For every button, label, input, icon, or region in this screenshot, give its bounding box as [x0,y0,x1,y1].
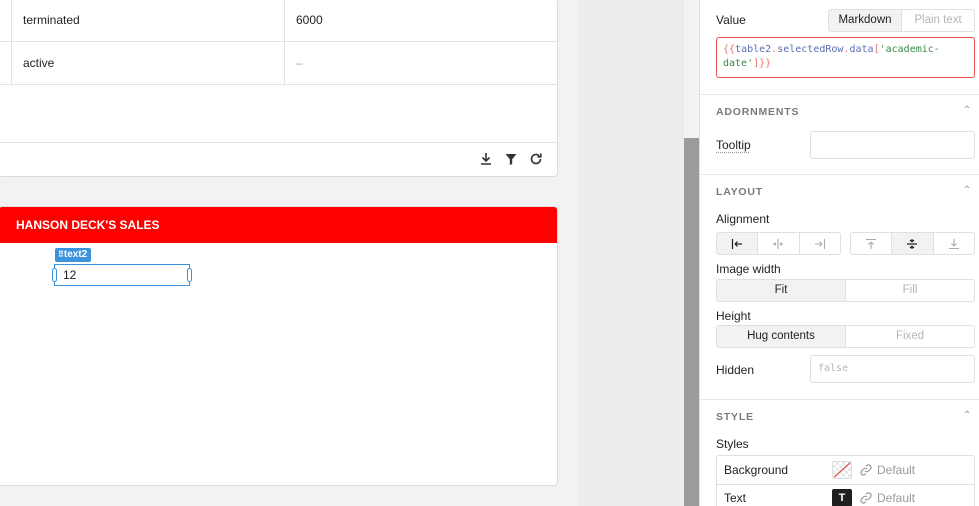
image-width-toggle: Fit Fill [716,279,975,302]
table-component[interactable]: terminated 6000 active – [0,0,558,177]
fill-option[interactable]: Fill [845,280,974,301]
component-name: text2 [63,249,88,260]
amount-cell[interactable]: 6000 [285,0,557,41]
container-title: HANSON DECK'S SALES [0,207,557,243]
scrollbar-thumb[interactable] [684,138,699,506]
image-width-label: Image width [716,262,781,276]
divider [700,399,979,400]
canvas-gutter [578,0,684,506]
align-bottom-icon[interactable] [932,233,974,254]
code-object: table2 [735,44,772,55]
plain-text-option[interactable]: Plain text [901,10,974,31]
style-value: Default [877,463,916,477]
text2-component[interactable]: 12 [52,264,192,286]
download-icon[interactable] [478,151,494,167]
resize-handle-right[interactable] [187,268,192,282]
fixed-option[interactable]: Fixed [845,326,974,347]
chevron-up-icon[interactable]: ⌃ [963,410,973,421]
value-mode-toggle: Markdown Plain text [828,9,975,32]
text-swatch[interactable]: T [832,489,852,506]
layout-section-title[interactable]: LAYOUT [716,186,763,198]
status-cell[interactable]: active [12,42,285,84]
style-name: Text [724,491,747,505]
align-right-icon[interactable] [798,233,840,254]
style-name: Background [724,463,789,477]
vertical-alignment-group [850,232,975,255]
chevron-up-icon[interactable]: ⌃ [963,185,973,196]
align-top-icon[interactable] [851,233,891,254]
align-center-icon[interactable] [757,233,798,254]
amount-cell[interactable]: – [285,42,557,84]
row-cell-select[interactable] [0,0,12,41]
filter-icon[interactable] [503,151,519,167]
link-icon[interactable] [859,463,873,477]
markdown-option[interactable]: Markdown [829,10,901,31]
refresh-icon[interactable] [528,151,544,167]
code-brace-close: }} [759,58,772,69]
table-row[interactable]: terminated 6000 [0,0,557,42]
adornments-section-title[interactable]: ADORNMENTS [716,106,799,118]
container-component[interactable]: HANSON DECK'S SALES ⠿text2 12 [0,206,558,486]
hidden-input[interactable]: false [810,355,975,383]
code-property: selectedRow [777,44,844,55]
align-middle-icon[interactable] [891,233,933,254]
component-name-tag[interactable]: ⠿text2 [55,248,92,262]
height-toggle: Hug contents Fixed [716,325,975,348]
drag-grip-icon[interactable]: ⠿ [58,250,64,259]
status-cell[interactable]: terminated [12,0,285,41]
text2-value: 12 [63,268,77,282]
divider [700,174,979,175]
app-canvas: terminated 6000 active – HANSON DECK'S S… [0,0,578,506]
horizontal-alignment-group [716,232,841,255]
alignment-label: Alignment [716,212,770,226]
divider [700,94,979,95]
style-row-text[interactable]: Text T Default [716,484,975,506]
table-toolbar [0,142,557,176]
style-section-title[interactable]: STYLE [716,411,754,423]
hidden-label: Hidden [716,363,755,377]
style-value: Default [877,491,916,505]
row-cell-select[interactable] [0,42,12,84]
styles-label: Styles [716,437,749,451]
table-row[interactable]: active – [0,42,557,85]
link-icon[interactable] [859,491,873,505]
tooltip-label: Tooltip [716,138,751,152]
tooltip-input[interactable] [810,131,975,159]
code-brace-open: {{ [723,44,736,55]
inspector-panel: Value Markdown Plain text {{table2.selec… [699,0,979,506]
height-label: Height [716,309,751,323]
fit-option[interactable]: Fit [717,280,845,301]
value-label: Value [716,13,746,27]
code-data: data [849,44,874,55]
resize-handle-left[interactable] [52,268,57,282]
align-left-icon[interactable] [717,233,758,254]
chevron-up-icon[interactable]: ⌃ [963,105,973,116]
hug-contents-option[interactable]: Hug contents [717,326,845,347]
transparent-swatch[interactable] [832,461,852,479]
style-row-background[interactable]: Background Default [716,455,975,485]
value-code-editor[interactable]: {{table2.selectedRow.data['academic-date… [716,37,975,78]
